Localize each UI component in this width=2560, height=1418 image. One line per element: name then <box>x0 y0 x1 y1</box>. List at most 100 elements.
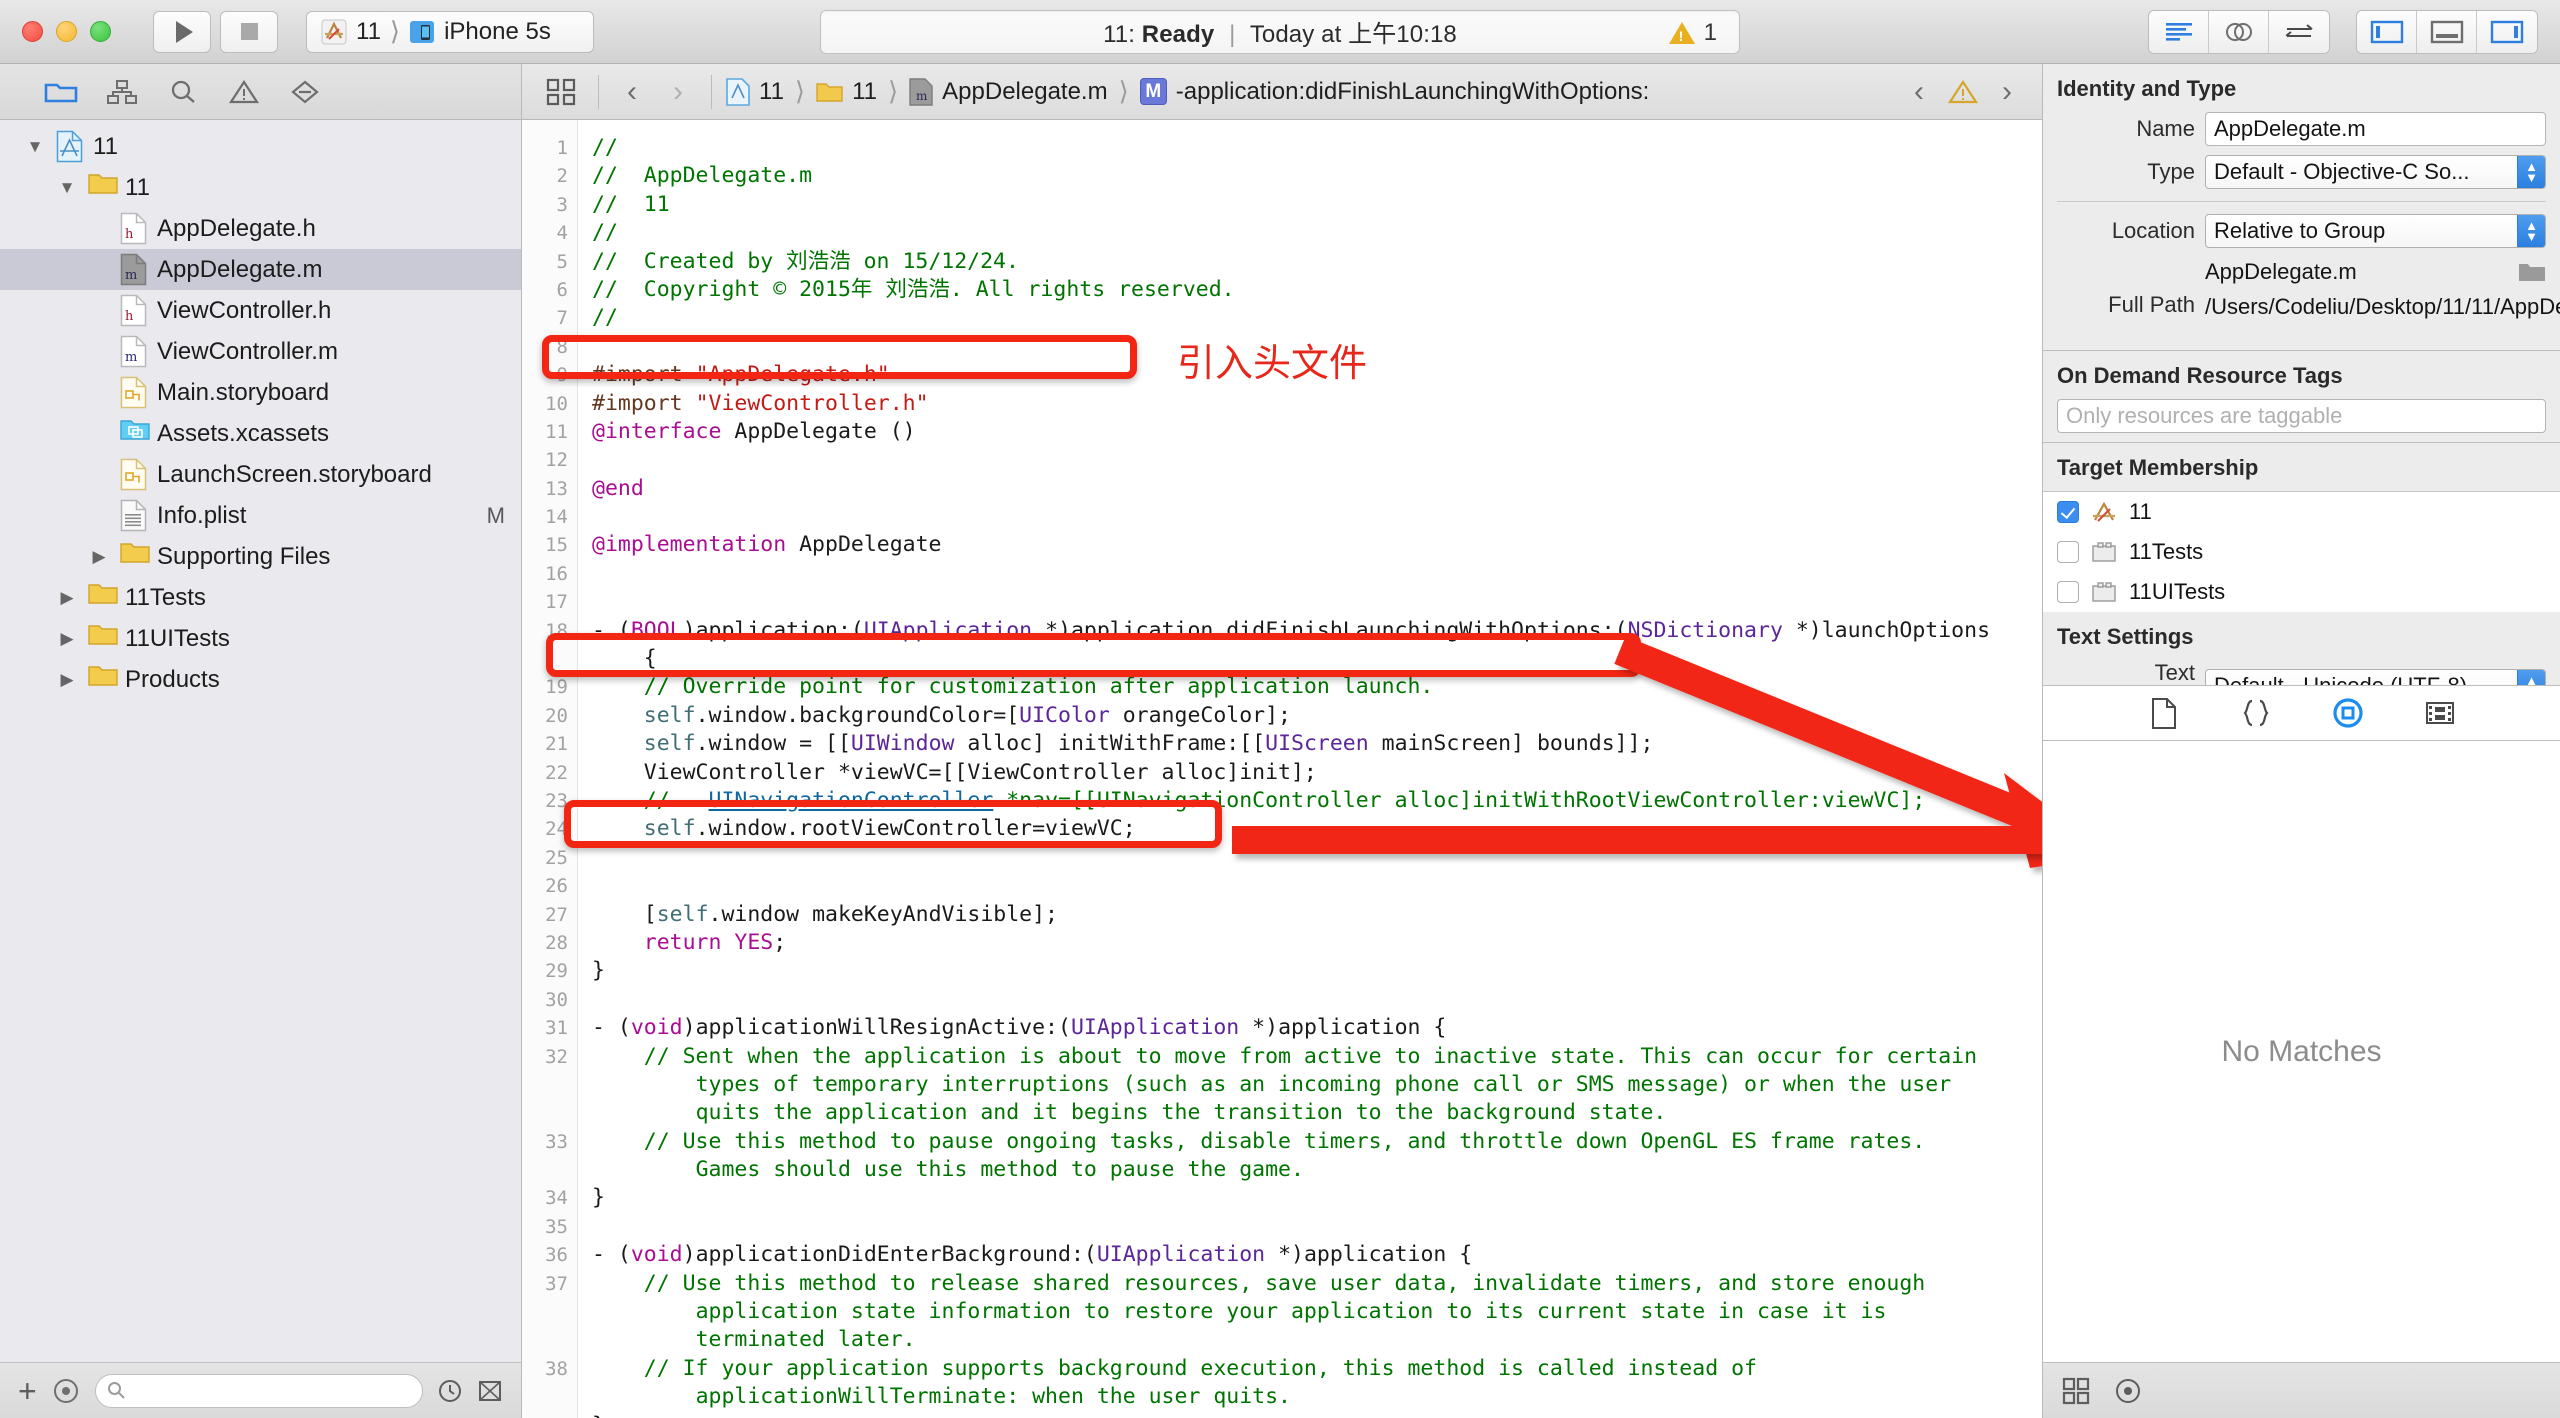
issue-navigator-tab[interactable] <box>213 64 274 120</box>
file-type-select[interactable]: Default - Objective-C So... ▲▼ <box>2205 155 2546 189</box>
issues-indicator[interactable]: 1 <box>1669 11 1739 55</box>
disclosure-triangle-icon[interactable] <box>56 629 78 649</box>
related-items-button[interactable] <box>534 64 588 120</box>
file-tree-row[interactable]: 11 <box>0 167 521 208</box>
window-controls <box>22 21 111 42</box>
file-tree-row[interactable]: h AppDelegate.h <box>0 208 521 249</box>
disclosure-triangle-icon[interactable] <box>56 588 78 608</box>
line-number: 17 <box>522 588 577 616</box>
stepper-icon-2[interactable]: ▲▼ <box>2517 215 2545 247</box>
file-tree-row[interactable]: h ViewController.h <box>0 290 521 331</box>
file-tree-row[interactable]: Products <box>0 659 521 700</box>
disclosure-triangle-icon[interactable] <box>56 178 78 198</box>
standard-editor-button[interactable] <box>2149 11 2209 53</box>
file-relative-name: AppDelegate.m <box>2205 257 2508 286</box>
target-membership-row[interactable]: 11UITests <box>2043 572 2560 612</box>
source-control-status-badge: M <box>487 503 511 529</box>
navigate-forward-button[interactable]: › <box>655 64 701 120</box>
file-tree-row[interactable]: Supporting Files <box>0 536 521 577</box>
media-library-tab[interactable] <box>2418 693 2462 733</box>
jumpbar-divider-2 <box>711 75 712 109</box>
disclosure-triangle-icon[interactable] <box>88 547 110 567</box>
stepper-icon[interactable]: ▲▼ <box>2517 156 2545 188</box>
filter-mode-button[interactable] <box>51 1376 81 1406</box>
file-name-input[interactable]: AppDelegate.m <box>2205 112 2546 146</box>
recent-files-filter-icon[interactable] <box>437 1378 463 1404</box>
target-membership-row[interactable]: 11Tests <box>2043 532 2560 572</box>
symbol-navigator-tab[interactable] <box>91 64 152 120</box>
target-membership-list[interactable]: 11 11Tests 11UITests <box>2043 491 2560 612</box>
file-tree-row[interactable]: 11 <box>0 126 521 167</box>
test-navigator-tab[interactable] <box>274 64 335 120</box>
line-number: 37 <box>522 1270 577 1298</box>
toggle-navigator-button[interactable] <box>2357 11 2417 53</box>
target-membership-row[interactable]: 11 <box>2043 492 2560 532</box>
close-window-button[interactable] <box>22 21 43 42</box>
warning-triangle-icon[interactable] <box>1948 79 1978 105</box>
project-navigator-tab[interactable] <box>30 64 91 120</box>
line-number: 30 <box>522 986 577 1014</box>
library-filter-icon[interactable] <box>2113 1376 2143 1406</box>
target-checkbox[interactable] <box>2057 581 2079 603</box>
filter-input[interactable] <box>95 1374 423 1408</box>
code-text[interactable]: //// AppDelegate.m// 11//// Created by 刘… <box>578 120 2042 1418</box>
version-editor-button[interactable] <box>2269 11 2329 53</box>
breadcrumb-label: 11 <box>759 78 784 106</box>
file-tree-row[interactable]: mAppDelegate.m <box>0 249 521 290</box>
file-location-select[interactable]: Relative to Group ▲▼ <box>2205 214 2546 248</box>
stop-button[interactable] <box>220 11 278 53</box>
on-demand-tags-input[interactable]: Only resources are taggable <box>2057 399 2546 433</box>
breadcrumb-separator-icon: ⟩ <box>788 76 812 107</box>
toggle-utilities-button[interactable] <box>2477 11 2537 53</box>
show-utilities-grid-icon[interactable] <box>2061 1376 2091 1406</box>
toggle-debug-area-button[interactable] <box>2417 11 2477 53</box>
source-control-filter-icon[interactable] <box>477 1378 503 1404</box>
find-navigator-tab[interactable] <box>152 64 213 120</box>
project-file-tree[interactable]: 11 11 h AppDelegate.h mAppDelegate.m h V… <box>0 120 521 1362</box>
code-snippet-library-tab[interactable] <box>2234 693 2278 733</box>
disclosure-triangle-icon[interactable] <box>56 670 78 690</box>
file-template-library-tab[interactable] <box>2142 693 2186 733</box>
scheme-selector[interactable]: 11 ⟩ iPhone 5s <box>306 11 594 53</box>
navigate-back-button[interactable]: ‹ <box>609 64 655 120</box>
folder-icon <box>88 581 115 614</box>
file-tree-label: Assets.xcassets <box>157 420 329 448</box>
file-tree-row[interactable]: Assets.xcassets <box>0 413 521 454</box>
next-issue-button[interactable]: › <box>1984 64 2030 120</box>
previous-issue-button[interactable]: ‹ <box>1896 64 1942 120</box>
object-library-tab[interactable] <box>2326 693 2370 733</box>
add-file-button[interactable]: + <box>18 1375 37 1407</box>
scheme-project-label: 11 <box>356 18 381 46</box>
line-number: 28 <box>522 929 577 957</box>
minimize-window-button[interactable] <box>56 21 77 42</box>
target-checkbox[interactable] <box>2057 501 2079 523</box>
breadcrumb-item-project[interactable]: 11 <box>722 78 788 106</box>
warning-triangle-icon <box>1669 22 1695 44</box>
assistant-editor-button[interactable] <box>2209 11 2269 53</box>
text-encoding-select[interactable]: Default - Unicode (UTF-8) ▲▼ <box>2205 669 2546 685</box>
breadcrumb-label: AppDelegate.m <box>942 78 1107 106</box>
storyboard-file-icon <box>120 376 147 409</box>
file-tree-row[interactable]: Main.storyboard <box>0 372 521 413</box>
file-tree-row[interactable]: Info.plistM <box>0 495 521 536</box>
target-checkbox[interactable] <box>2057 541 2079 563</box>
choose-folder-icon[interactable] <box>2518 261 2546 283</box>
file-tree-label: 11 <box>93 133 118 161</box>
target-label: 11Tests <box>2129 539 2203 565</box>
stepper-icon-3[interactable]: ▲▼ <box>2517 670 2545 685</box>
file-tree-label: ViewController.m <box>157 338 338 366</box>
file-tree-row[interactable]: LaunchScreen.storyboard <box>0 454 521 495</box>
maximize-window-button[interactable] <box>90 21 111 42</box>
disclosure-triangle-icon[interactable] <box>24 137 46 157</box>
file-tree-row[interactable]: 11Tests <box>0 577 521 618</box>
status-scheme: 11: <box>1103 21 1135 48</box>
file-tree-row[interactable]: m ViewController.m <box>0 331 521 372</box>
breadcrumb-item-group[interactable]: 11 <box>812 78 881 106</box>
source-editor[interactable]: 1234567891011121314151617181920212223242… <box>522 120 2042 1418</box>
breadcrumb-item-file[interactable]: m AppDelegate.m <box>905 78 1111 106</box>
run-button[interactable] <box>153 11 211 53</box>
breadcrumb-item-method[interactable]: M -application:didFinishLaunchingWithOpt… <box>1136 78 1654 106</box>
breadcrumb[interactable]: 11 ⟩ 11 ⟩ <box>722 76 1653 107</box>
file-tree-row[interactable]: 11UITests <box>0 618 521 659</box>
line-number: 24 <box>522 815 577 843</box>
